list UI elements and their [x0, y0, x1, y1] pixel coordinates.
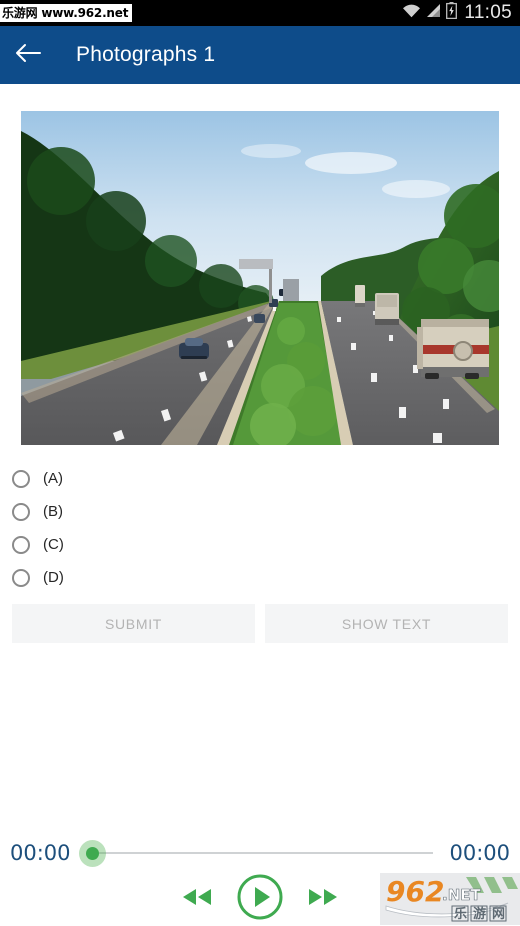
rewind-button[interactable]	[180, 886, 214, 913]
back-arrow-icon	[15, 43, 41, 68]
play-icon	[236, 873, 284, 926]
question-photograph	[21, 111, 499, 445]
radio-button-b[interactable]	[12, 502, 30, 521]
current-time-label: 00:00	[10, 841, 71, 865]
seek-track[interactable]	[92, 852, 434, 854]
option-row-a[interactable]: (A)	[0, 462, 520, 495]
option-row-c[interactable]: (C)	[0, 528, 520, 561]
play-button[interactable]	[236, 873, 284, 926]
site-watermark-text: 乐游网 www.962.net	[0, 4, 133, 22]
signal-icon	[426, 3, 441, 23]
seek-bar[interactable]	[75, 832, 442, 874]
fast-forward-button[interactable]	[306, 886, 340, 913]
show-text-button[interactable]: SHOW TEXT	[265, 604, 508, 643]
site-logo-watermark: 962 .NET 乐 游 网	[380, 873, 520, 925]
option-label-a: (A)	[43, 470, 63, 487]
highway-photo-illustration	[21, 111, 499, 445]
radio-button-a[interactable]	[12, 469, 30, 488]
status-bar: 乐游网 www.962.net 11:05	[0, 0, 520, 26]
app-bar: Photographs 1	[0, 26, 520, 84]
option-label-d: (D)	[43, 569, 64, 586]
option-row-b[interactable]: (B)	[0, 495, 520, 528]
962-net-logo-icon: 962 .NET 乐 游 网	[380, 873, 520, 925]
status-icons-group: 11:05	[402, 2, 520, 24]
back-button[interactable]	[0, 26, 56, 84]
svg-text:游: 游	[473, 906, 486, 922]
svg-text:962: 962	[386, 875, 444, 908]
page-title: Photographs 1	[76, 43, 216, 66]
option-label-c: (C)	[43, 536, 64, 553]
radio-button-d[interactable]	[12, 568, 30, 587]
total-time-label: 00:00	[449, 841, 510, 865]
seek-thumb[interactable]	[78, 840, 106, 867]
seek-row: 00:00 00:00	[0, 832, 520, 874]
answer-options-list: (A) (B) (C) (D)	[0, 462, 520, 594]
wifi-icon	[402, 3, 421, 23]
svg-text:网: 网	[492, 907, 505, 922]
battery-icon	[446, 2, 458, 24]
option-label-b: (B)	[43, 503, 63, 520]
svg-text:.NET: .NET	[442, 886, 481, 904]
fast-forward-icon	[306, 886, 340, 913]
action-buttons-row: SUBMIT SHOW TEXT	[12, 604, 508, 643]
status-clock: 11:05	[464, 2, 512, 23]
rewind-icon	[180, 886, 214, 913]
svg-text:乐: 乐	[454, 906, 467, 922]
option-row-d[interactable]: (D)	[0, 561, 520, 594]
radio-button-c[interactable]	[12, 535, 30, 554]
submit-button[interactable]: SUBMIT	[12, 604, 255, 643]
